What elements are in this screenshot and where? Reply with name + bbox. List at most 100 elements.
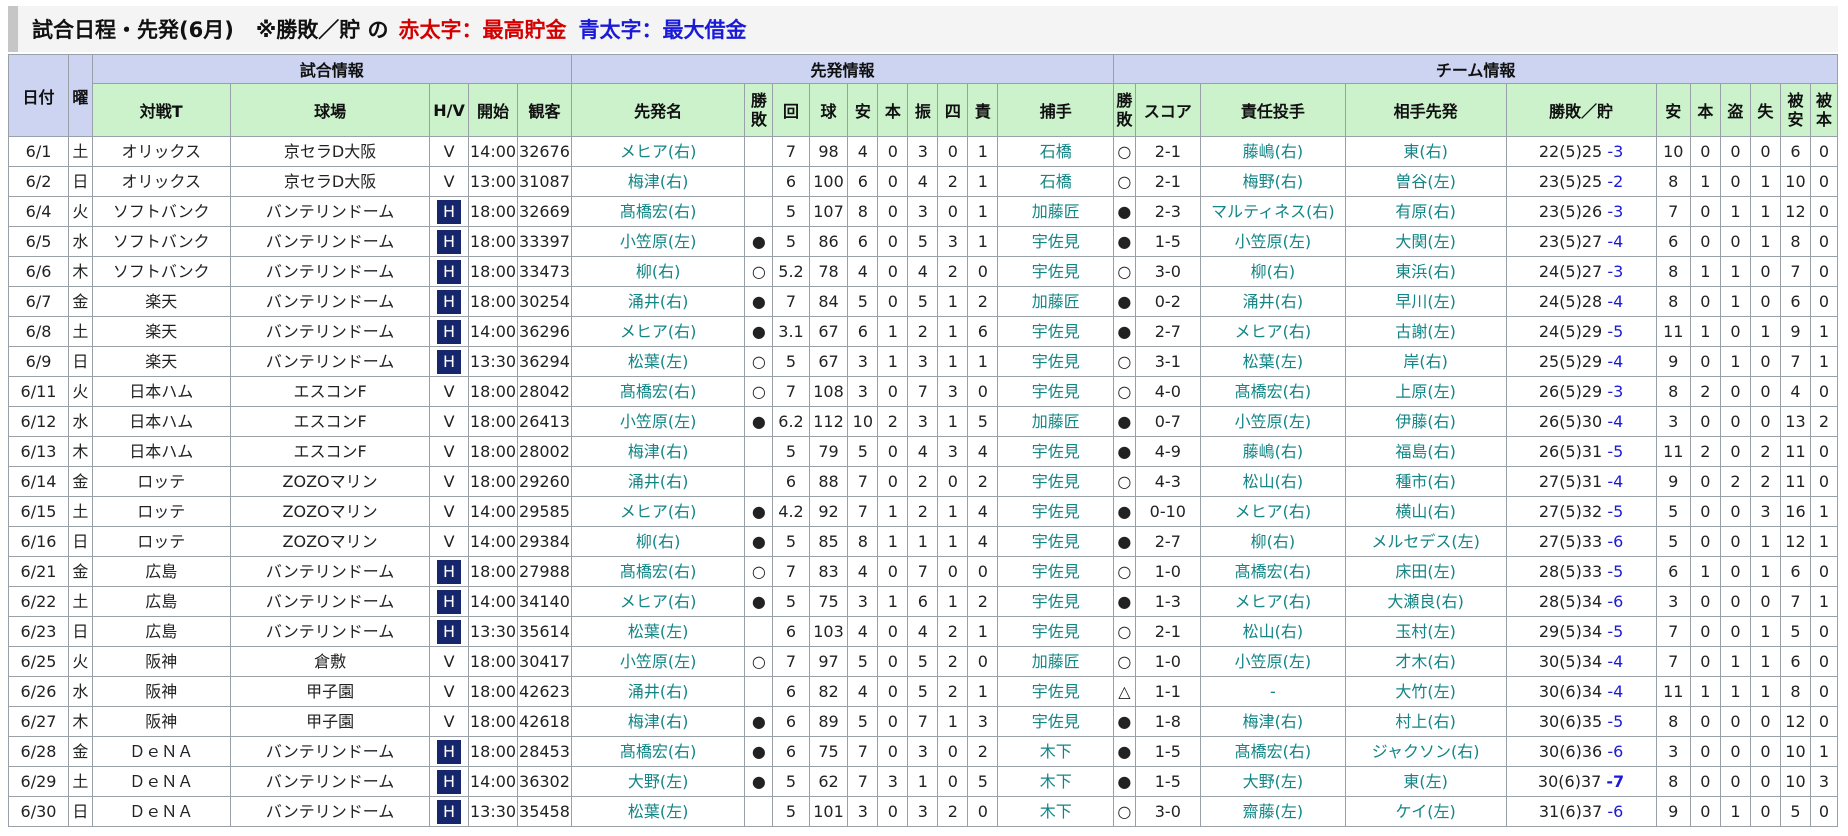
cell-hv: H	[429, 286, 469, 317]
record-diff: -4	[1607, 651, 1624, 671]
record-base: 25(5)29	[1538, 351, 1603, 371]
cell-team-err: 1	[1749, 556, 1781, 587]
cell-team-hits: 11	[1655, 676, 1691, 707]
cell-stadium: バンテリンドーム	[229, 556, 431, 587]
cell-hr-allowed: 0	[1809, 616, 1839, 647]
cell-so: 5	[907, 676, 939, 707]
cell-hits-allowed: 6	[1779, 136, 1811, 167]
cell-hits: 4	[847, 136, 879, 167]
cell-team-hits: 8	[1655, 376, 1691, 407]
cell-bb: 2	[937, 616, 969, 647]
cell-hits: 6	[847, 226, 879, 257]
cell-hits: 3	[847, 796, 879, 827]
cell-opp-starter: 玉村(左)	[1344, 616, 1507, 647]
cell-hr: 0	[877, 466, 909, 497]
cell-hr: 1	[877, 586, 909, 617]
cell-day: 土	[68, 766, 93, 797]
cell-hv: H	[429, 226, 469, 257]
cell-hr-allowed: 0	[1809, 556, 1839, 587]
cell-pitches: 67	[808, 316, 849, 347]
cell-hr: 0	[877, 166, 909, 197]
cell-team-hits: 6	[1655, 556, 1691, 587]
cell-er: 0	[967, 376, 999, 407]
cell-hits-allowed: 9	[1779, 316, 1811, 347]
cell-opponent: オリックス	[91, 166, 231, 197]
record-diff: -3	[1607, 201, 1624, 221]
cell-bb: 2	[937, 646, 969, 677]
cell-hr: 3	[877, 766, 909, 797]
cell-date: 6/4	[7, 196, 70, 227]
cell-innings: 5	[772, 226, 810, 257]
cell-er: 0	[967, 796, 999, 827]
cell-opponent: ロッテ	[91, 466, 231, 497]
cell-bb: 1	[937, 706, 969, 737]
cell-hits: 10	[847, 406, 879, 437]
cell-day: 水	[68, 226, 93, 257]
cell-er: 1	[967, 166, 999, 197]
cell-starter: 髙橋宏(右)	[570, 556, 746, 587]
cell-decision: 涌井(右)	[1200, 286, 1346, 317]
cell-result: ○	[1113, 556, 1136, 587]
cell-er: 0	[967, 556, 999, 587]
cell-bb: 0	[937, 136, 969, 167]
cell-start: 18:00	[467, 646, 519, 677]
cell-team-err: 0	[1749, 796, 1781, 827]
cell-catcher: 加藤匠	[997, 196, 1115, 227]
cell-er: 0	[967, 256, 999, 287]
cell-bb: 3	[937, 376, 969, 407]
cell-team-err: 1	[1749, 616, 1781, 647]
cell-decision: マルティネス(右)	[1200, 196, 1346, 227]
cell-result: ○	[1113, 646, 1136, 677]
cell-starter: 髙橋宏(右)	[570, 736, 746, 767]
header-bb: 四	[937, 83, 969, 137]
table-row: 6/9 日楽天 バンテリンドーム H 13:30 36294 松葉(左) ○ 5 67 3 1 3 1 1 宇…	[7, 346, 1839, 377]
cell-team-hits: 6	[1655, 226, 1691, 257]
cell-team-hr: 0	[1689, 226, 1721, 257]
cell-hits: 5	[847, 436, 879, 467]
cell-date: 6/28	[7, 736, 70, 767]
header-group-starter: 先発情報	[570, 54, 1115, 84]
cell-hr-allowed: 1	[1809, 736, 1839, 767]
cell-innings: 5	[772, 586, 810, 617]
cell-team-err: 1	[1749, 526, 1781, 557]
cell-innings: 5	[772, 196, 810, 227]
cell-team-hits: 8	[1655, 766, 1691, 797]
table-row: 6/11 火日本ハム エスコンF V 18:00 28042 髙橋宏(右) ○ 7 108 3 0 7 3…	[7, 376, 1839, 407]
cell-innings: 6	[772, 736, 810, 767]
cell-attendance: 32676	[517, 136, 572, 167]
cell-day: 土	[68, 586, 93, 617]
cell-er: 6	[967, 316, 999, 347]
cell-score: 3-0	[1134, 796, 1202, 827]
cell-pitches: 97	[808, 646, 849, 677]
cell-team-hits: 3	[1655, 586, 1691, 617]
header-hits-allowed: 被安	[1779, 83, 1811, 137]
cell-sp-result	[744, 136, 774, 167]
cell-hr-allowed: 0	[1809, 196, 1839, 227]
cell-day: 日	[68, 796, 93, 827]
cell-starter: 梅津(右)	[570, 706, 746, 737]
cell-record: 27(5)32 -5	[1505, 496, 1657, 527]
cell-so: 3	[907, 136, 939, 167]
cell-hr-allowed: 0	[1809, 166, 1839, 197]
cell-date: 6/14	[7, 466, 70, 497]
cell-er: 2	[967, 736, 999, 767]
cell-opponent: 広島	[91, 586, 231, 617]
table-row: 6/8 土楽天 バンテリンドーム H 14:00 36296 メヒア(右) ● 3.1 67 6 1 2…	[7, 316, 1839, 347]
cell-er: 4	[967, 526, 999, 557]
record-diff: -5	[1607, 561, 1624, 581]
table-row: 6/6 木ソフトバンク バンテリンドーム H 18:00 33473 柳(右) ○ 5.2 78 4…	[7, 256, 1839, 287]
cell-opponent: ＤｅＮＡ	[91, 766, 231, 797]
title-main: 試合日程・先発(6月)	[32, 18, 234, 42]
cell-pitches: 85	[808, 526, 849, 557]
cell-team-sb: 0	[1719, 616, 1751, 647]
header-hr-allowed: 被本	[1809, 83, 1839, 137]
cell-hits: 7	[847, 766, 879, 797]
schedule-table: 日付 曜 試合情報 先発情報 チーム情報 対戦T 球場 H/V 開始 観客 先発…	[7, 54, 1839, 827]
cell-team-sb: 0	[1719, 166, 1751, 197]
cell-decision: メヒア(右)	[1200, 316, 1346, 347]
cell-pitches: 75	[808, 736, 849, 767]
cell-innings: 6	[772, 616, 810, 647]
home-badge: H	[437, 770, 462, 794]
cell-sp-result	[744, 436, 774, 467]
cell-opp-starter: 東浜(右)	[1344, 256, 1507, 287]
